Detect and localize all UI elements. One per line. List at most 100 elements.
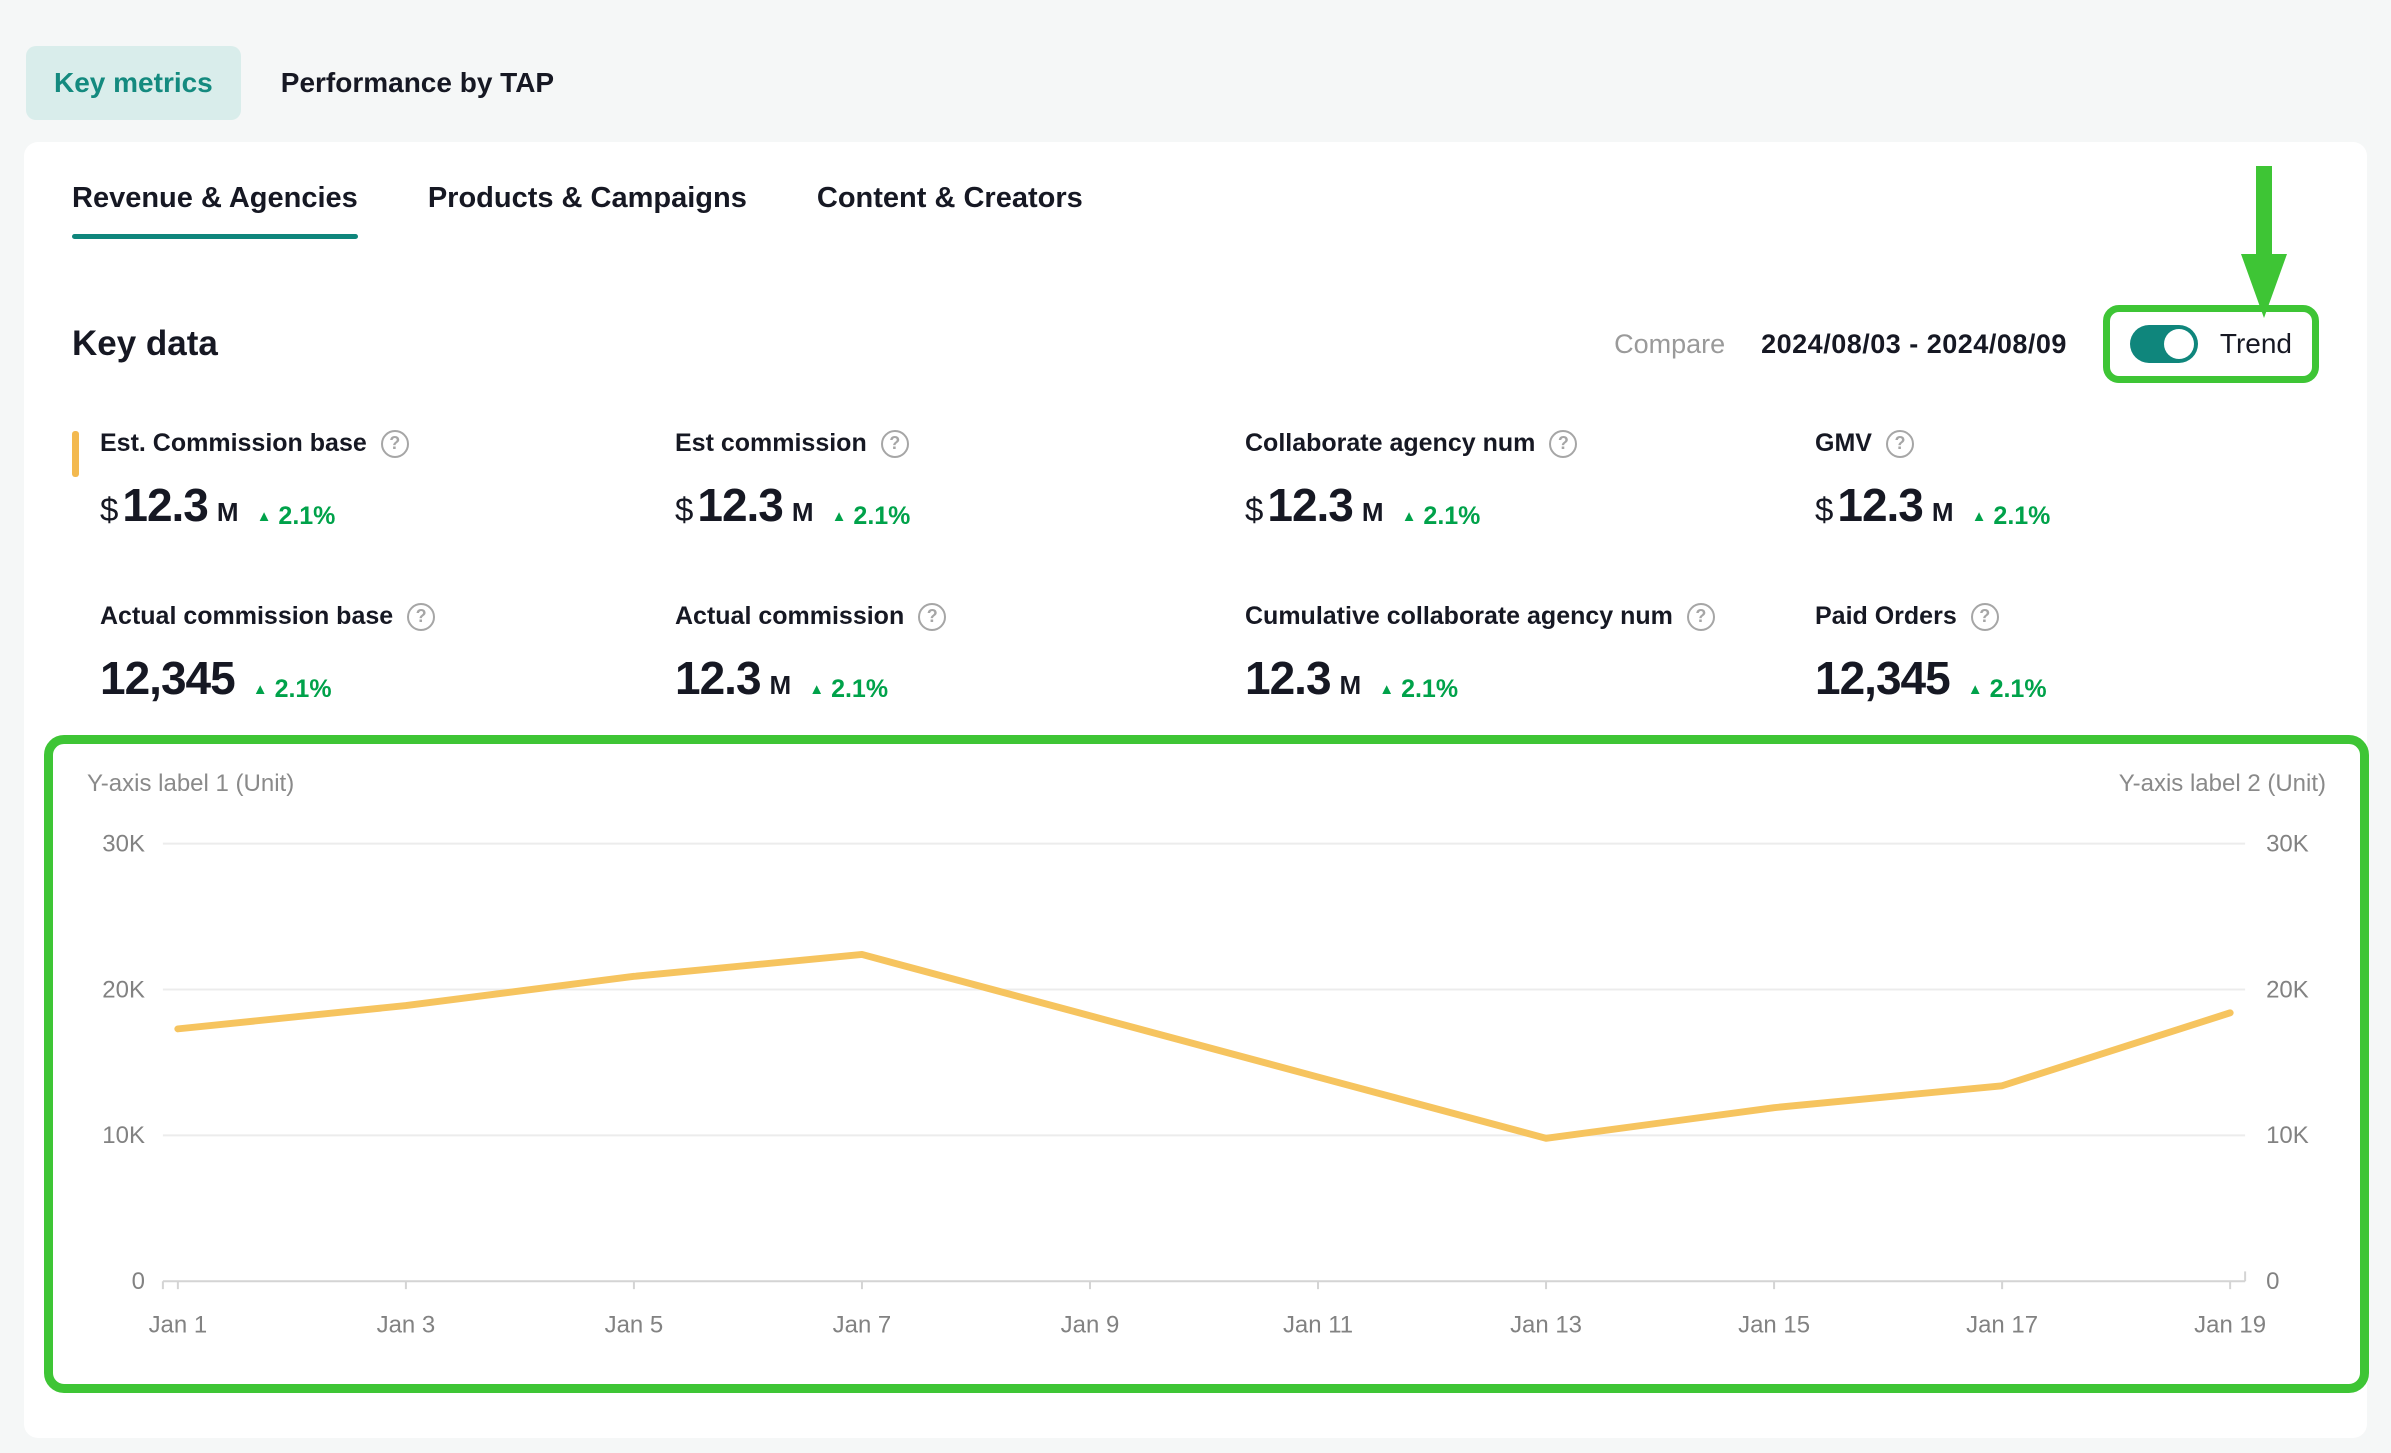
metric-card: Actual commission ? 12.3 M ▲ 2.1% xyxy=(647,602,1217,705)
y-axis-right-title: Y-axis label 2 (Unit) xyxy=(2119,770,2326,798)
svg-text:Jan 17: Jan 17 xyxy=(1966,1312,2038,1339)
up-arrow-icon: ▲ xyxy=(1402,509,1417,524)
metric-label: Actual commission xyxy=(675,602,904,631)
svg-text:10K: 10K xyxy=(2266,1122,2309,1149)
metric-value: 12.3 xyxy=(1245,651,1331,705)
metric-unit: M xyxy=(1340,670,1362,701)
svg-text:30K: 30K xyxy=(2266,831,2309,858)
metric-card: Collaborate agency num ? $ 12.3 M ▲ 2.1% xyxy=(1217,429,1787,532)
metric-change-badge: ▲ 2.1% xyxy=(1972,502,2051,531)
tab-key-metrics[interactable]: Key metrics xyxy=(26,46,241,120)
metric-value: 12,345 xyxy=(1815,651,1950,705)
svg-text:Jan 1: Jan 1 xyxy=(149,1312,208,1339)
dashboard-screen: Key metrics Performance by TAP Revenue &… xyxy=(0,0,2391,1453)
help-icon[interactable]: ? xyxy=(1886,430,1914,458)
metric-unit: M xyxy=(1932,497,1954,528)
metric-change-badge: ▲ 2.1% xyxy=(1379,675,1458,704)
tab-performance-by-tap[interactable]: Performance by TAP xyxy=(281,67,554,99)
up-arrow-icon: ▲ xyxy=(809,682,824,697)
metric-change-value: 2.1% xyxy=(1990,675,2047,704)
metric-change-value: 2.1% xyxy=(1401,675,1458,704)
svg-text:30K: 30K xyxy=(102,831,145,858)
metric-change-value: 2.1% xyxy=(278,502,335,531)
metric-change-value: 2.1% xyxy=(1993,502,2050,531)
header-controls: Compare 2024/08/03 - 2024/08/09 Trend xyxy=(1614,305,2319,383)
metric-label: Paid Orders xyxy=(1815,602,1957,631)
currency-symbol: $ xyxy=(1245,491,1263,529)
metric-value: 12.3 xyxy=(122,478,208,532)
svg-text:20K: 20K xyxy=(2266,977,2309,1004)
up-arrow-icon: ▲ xyxy=(253,682,268,697)
svg-text:Jan 15: Jan 15 xyxy=(1738,1312,1810,1339)
metric-unit: M xyxy=(770,670,792,701)
metric-label: Actual commission base xyxy=(100,602,393,631)
up-arrow-icon: ▲ xyxy=(1968,682,1983,697)
svg-text:Jan 19: Jan 19 xyxy=(2194,1312,2266,1339)
top-tab-bar: Key metrics Performance by TAP xyxy=(0,0,2391,120)
toggle-knob xyxy=(2164,329,2194,359)
up-arrow-icon: ▲ xyxy=(1379,682,1394,697)
metric-card: Cumulative collaborate agency num ? 12.3… xyxy=(1217,602,1787,705)
metric-unit: M xyxy=(1362,497,1384,528)
metric-label: Est. Commission base xyxy=(100,429,367,458)
trend-toggle[interactable] xyxy=(2130,325,2198,363)
svg-text:20K: 20K xyxy=(102,977,145,1004)
help-icon[interactable]: ? xyxy=(1549,430,1577,458)
svg-text:Jan 13: Jan 13 xyxy=(1510,1312,1582,1339)
metric-label: Cumulative collaborate agency num xyxy=(1245,602,1673,631)
metric-change-badge: ▲ 2.1% xyxy=(253,675,332,704)
selected-metric-indicator xyxy=(72,431,79,477)
up-arrow-icon: ▲ xyxy=(832,509,847,524)
metric-label: GMV xyxy=(1815,429,1872,458)
metric-change-badge: ▲ 2.1% xyxy=(832,502,911,531)
metric-card: Actual commission base ? 12,345 ▲ 2.1% xyxy=(72,602,647,705)
date-range-picker[interactable]: 2024/08/03 - 2024/08/09 xyxy=(1761,329,2067,360)
metric-card: Est. Commission base ? $ 12.3 M ▲ 2.1% xyxy=(72,429,647,532)
svg-text:Jan 7: Jan 7 xyxy=(833,1312,892,1339)
currency-symbol: $ xyxy=(675,491,693,529)
compare-button[interactable]: Compare xyxy=(1614,329,1725,360)
metric-change-badge: ▲ 2.1% xyxy=(1968,675,2047,704)
metric-unit: M xyxy=(217,497,239,528)
annotation-arrow xyxy=(2241,166,2287,318)
metric-value: 12.3 xyxy=(697,478,783,532)
svg-text:0: 0 xyxy=(132,1268,145,1295)
page-title: Key data xyxy=(72,324,218,364)
tab-content-creators[interactable]: Content & Creators xyxy=(817,182,1083,239)
help-icon[interactable]: ? xyxy=(1687,603,1715,631)
metric-value: 12,345 xyxy=(100,651,235,705)
y-axis-left-title: Y-axis label 1 (Unit) xyxy=(87,770,294,798)
currency-symbol: $ xyxy=(100,491,118,529)
svg-text:Jan 5: Jan 5 xyxy=(605,1312,664,1339)
help-icon[interactable]: ? xyxy=(381,430,409,458)
help-icon[interactable]: ? xyxy=(881,430,909,458)
metric-value: 12.3 xyxy=(1267,478,1353,532)
svg-text:10K: 10K xyxy=(102,1122,145,1149)
metric-value: 12.3 xyxy=(675,651,761,705)
metric-unit: M xyxy=(792,497,814,528)
metric-change-badge: ▲ 2.1% xyxy=(257,502,336,531)
help-icon[interactable]: ? xyxy=(1971,603,1999,631)
metric-change-value: 2.1% xyxy=(1423,502,1480,531)
metric-change-value: 2.1% xyxy=(853,502,910,531)
help-icon[interactable]: ? xyxy=(918,603,946,631)
svg-text:Jan 3: Jan 3 xyxy=(377,1312,436,1339)
tab-revenue-agencies[interactable]: Revenue & Agencies xyxy=(72,182,358,239)
svg-text:Jan 9: Jan 9 xyxy=(1061,1312,1120,1339)
metric-change-badge: ▲ 2.1% xyxy=(1402,502,1481,531)
metric-label: Est commission xyxy=(675,429,867,458)
trend-chart[interactable]: 0 0 10K 10K 20K 20K 30K 30K Jan 1 Jan 3 Jan 5 Jan 7… xyxy=(83,816,2330,1368)
metric-change-badge: ▲ 2.1% xyxy=(809,675,888,704)
metric-change-value: 2.1% xyxy=(275,675,332,704)
metric-value: 12.3 xyxy=(1837,478,1923,532)
card-tab-bar: Revenue & Agencies Products & Campaigns … xyxy=(72,182,2319,239)
trend-toggle-label: Trend xyxy=(2220,328,2292,360)
annotation-chart-frame: Y-axis label 1 (Unit) Y-axis label 2 (Un… xyxy=(44,735,2369,1393)
help-icon[interactable]: ? xyxy=(407,603,435,631)
svg-text:0: 0 xyxy=(2266,1268,2279,1295)
svg-text:Jan 11: Jan 11 xyxy=(1283,1312,1353,1339)
metrics-grid: Est. Commission base ? $ 12.3 M ▲ 2.1% E xyxy=(72,429,2319,705)
tab-products-campaigns[interactable]: Products & Campaigns xyxy=(428,182,747,239)
metric-card: GMV ? $ 12.3 M ▲ 2.1% xyxy=(1787,429,2319,532)
key-metrics-card: Revenue & Agencies Products & Campaigns … xyxy=(24,142,2367,1438)
